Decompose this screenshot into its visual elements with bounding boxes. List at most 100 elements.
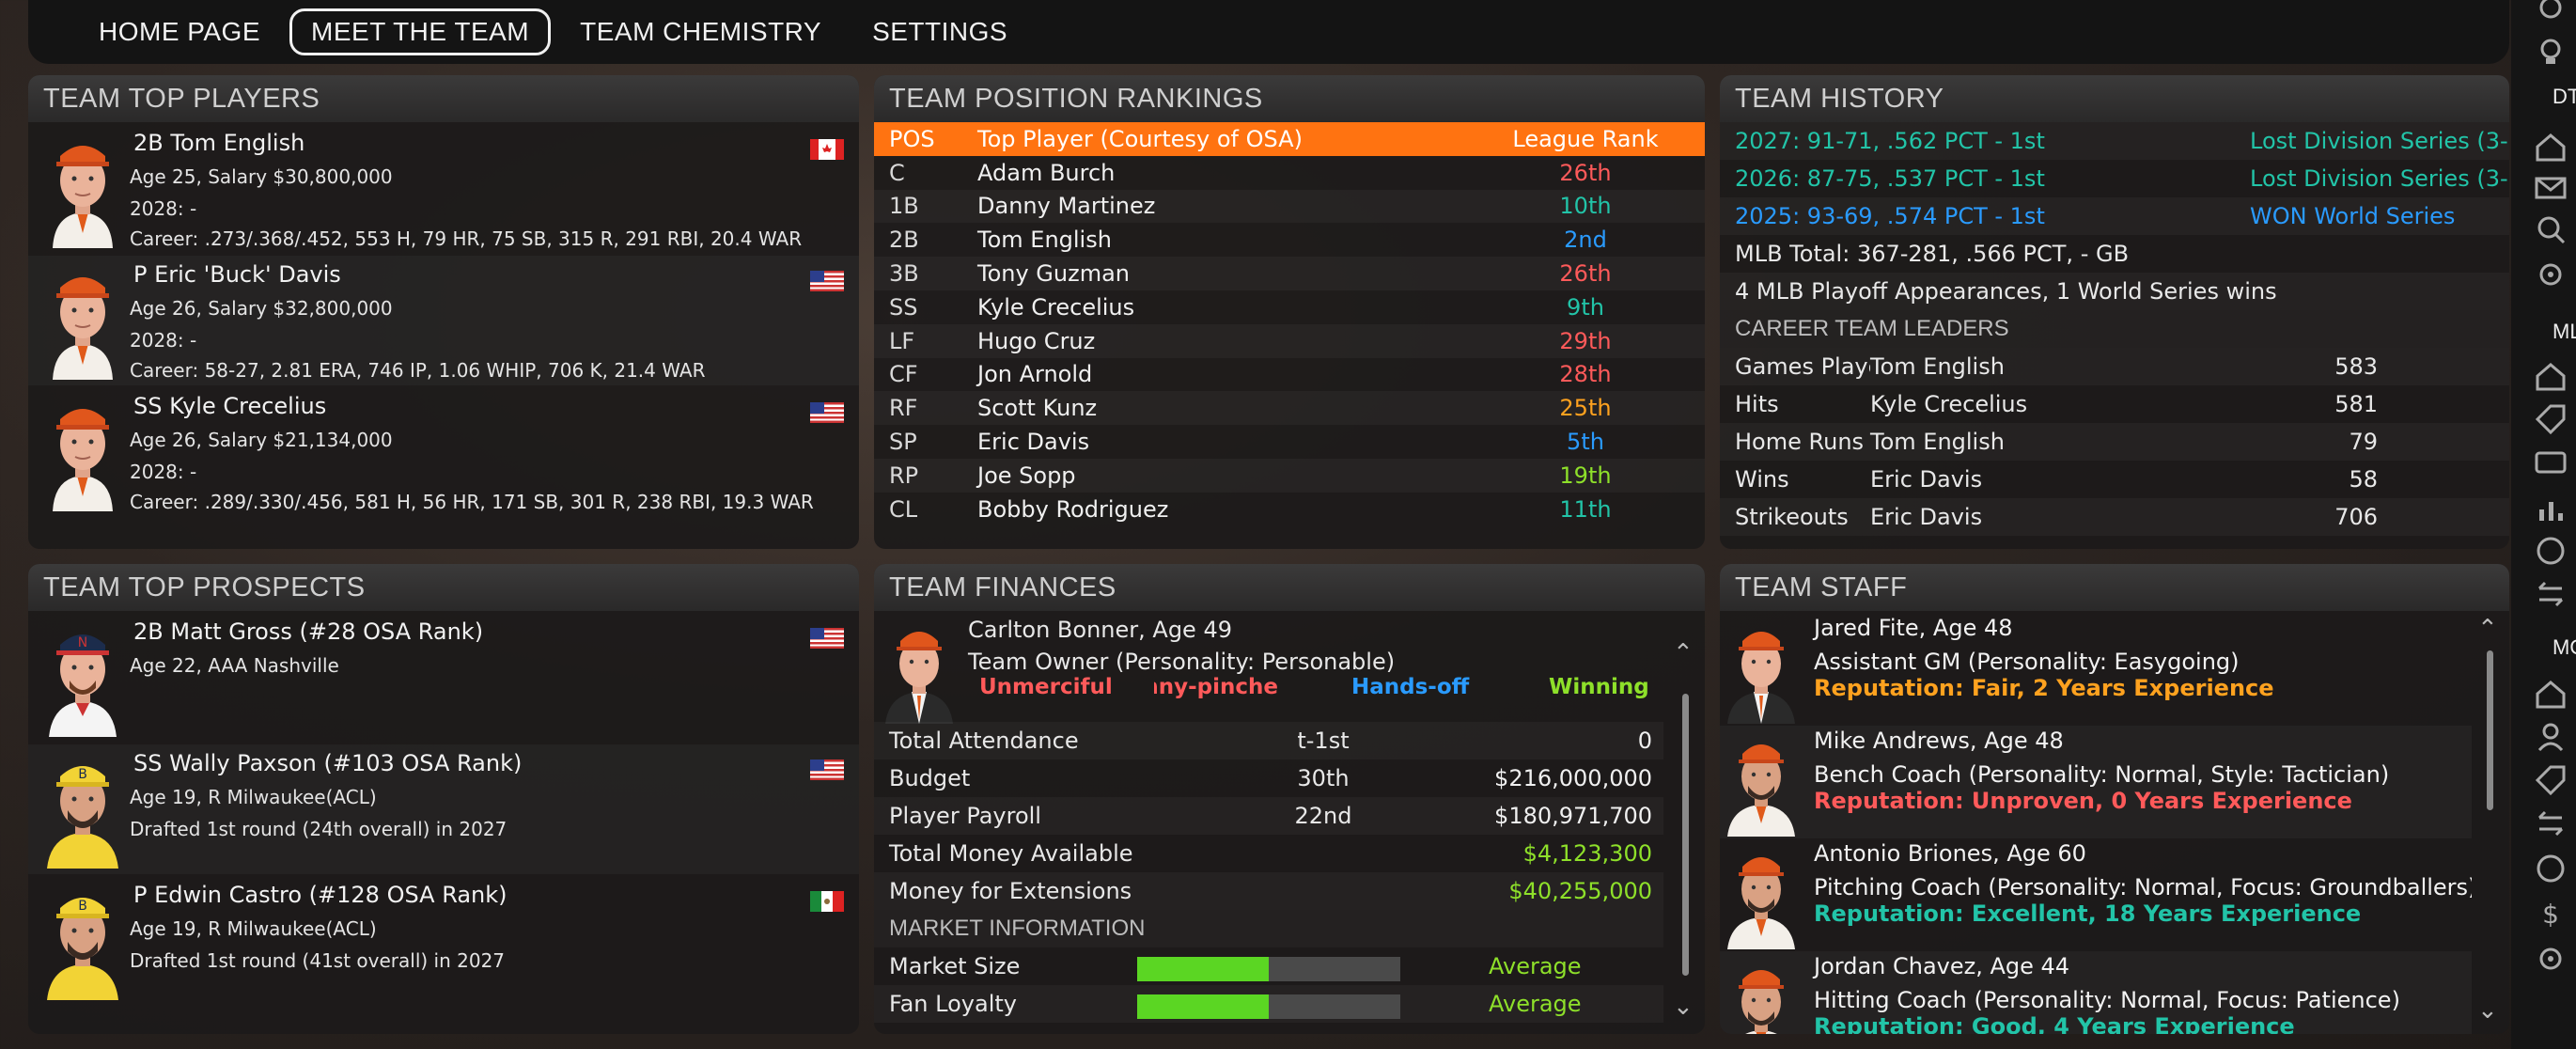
player-name[interactable]: SS Kyle Crecelius bbox=[133, 393, 326, 419]
market-label: Fan Loyalty bbox=[889, 991, 1017, 1017]
player-name[interactable]: P Eric 'Buck' Davis bbox=[133, 261, 341, 288]
player-cell[interactable]: Tom English bbox=[977, 223, 1466, 257]
player-card[interactable]: SS Kyle Crecelius Age 26, Salary $21,134… bbox=[28, 387, 859, 517]
player-cell[interactable]: Tony Guzman bbox=[977, 257, 1466, 290]
prospect-name[interactable]: P Edwin Castro (#128 OSA Rank) bbox=[133, 882, 507, 908]
leader-name[interactable]: Kyle Crecelius bbox=[1870, 385, 2027, 423]
staff-name[interactable]: Mike Andrews, Age 48 bbox=[1814, 728, 2064, 754]
player-cell[interactable]: Eric Davis bbox=[977, 425, 1466, 459]
table-row[interactable]: 3B Tony Guzman 26th bbox=[874, 257, 1705, 290]
prospect-card[interactable]: SS Wally Paxson (#103 OSA Rank) Age 19, … bbox=[28, 744, 859, 874]
finance-row: Player Payroll 22nd $180,971,700 bbox=[874, 797, 1663, 835]
staff-name[interactable]: Jordan Chavez, Age 44 bbox=[1814, 953, 2069, 979]
nav-home-page[interactable]: HOME PAGE bbox=[77, 8, 282, 55]
staff-name[interactable]: Antonio Briones, Age 60 bbox=[1814, 840, 2086, 867]
staff-portrait bbox=[1724, 955, 1799, 1034]
staff-card[interactable]: Antonio Briones, Age 60 Pitching Coach (P… bbox=[1720, 838, 2472, 951]
lightbulb-icon[interactable] bbox=[2532, 34, 2569, 71]
chevron-down-icon[interactable]: ⌄ bbox=[2477, 996, 2498, 1025]
prospect-card[interactable]: P Edwin Castro (#128 OSA Rank) Age 19, R… bbox=[28, 876, 859, 1006]
staff-card[interactable]: Mike Andrews, Age 48 Bench Coach (Persona… bbox=[1720, 726, 2472, 838]
search-icon[interactable] bbox=[2532, 211, 2569, 248]
chevron-up-icon[interactable]: ⌃ bbox=[2477, 615, 2498, 643]
rank-cell: 10th bbox=[1466, 189, 1705, 224]
nav-meet-the-team[interactable]: MEET THE TEAM bbox=[289, 8, 552, 55]
nav-team-chemistry[interactable]: TEAM CHEMISTRY bbox=[558, 8, 843, 55]
tag-icon[interactable] bbox=[2532, 761, 2569, 799]
prospect-name[interactable]: SS Wally Paxson (#103 OSA Rank) bbox=[133, 750, 522, 776]
table-row[interactable]: 2B Tom English 2nd bbox=[874, 223, 1705, 257]
table-row[interactable]: CF Jon Arnold 28th bbox=[874, 358, 1705, 392]
player-name[interactable]: 2B Tom English bbox=[133, 130, 304, 156]
baseball-icon[interactable] bbox=[2532, 532, 2569, 570]
header-pos[interactable]: POS bbox=[874, 122, 977, 156]
player-cell[interactable]: Jon Arnold bbox=[977, 358, 1466, 392]
panel-title: TEAM HISTORY bbox=[1720, 75, 2509, 122]
top-nav: HOME PAGE MEET THE TEAM TEAM CHEMISTRY S… bbox=[28, 0, 2509, 64]
position-cell: 1B bbox=[874, 189, 977, 224]
prospect-card[interactable]: 2B Matt Gross (#28 OSA Rank) Age 22, AAA… bbox=[28, 613, 859, 743]
table-row[interactable]: 1B Danny Martinez 10th bbox=[874, 189, 1705, 224]
transfer-icon[interactable] bbox=[2532, 575, 2569, 613]
leader-name[interactable]: Eric Davis bbox=[1870, 498, 1982, 536]
table-row[interactable]: LF Hugo Cruz 29th bbox=[874, 323, 1705, 358]
transfer-icon[interactable] bbox=[2532, 805, 2569, 842]
card-icon[interactable] bbox=[2532, 444, 2569, 481]
bar-chart-icon[interactable] bbox=[2532, 489, 2569, 526]
leader-name[interactable]: Eric Davis bbox=[1870, 461, 1982, 498]
season-result: WON World Series bbox=[2250, 203, 2456, 229]
home-icon[interactable] bbox=[2532, 357, 2569, 395]
staff-role: Assistant GM (Personality: Easygoing) bbox=[1814, 649, 2240, 675]
header-rank[interactable]: League Rank bbox=[1466, 122, 1705, 156]
nav-settings[interactable]: SETTINGS bbox=[851, 8, 1029, 55]
finance-label: Player Payroll bbox=[889, 803, 1041, 829]
dollar-icon[interactable]: $ bbox=[2532, 895, 2569, 932]
player-card[interactable]: 2B Tom English Age 25, Salary $30,800,00… bbox=[28, 124, 859, 254]
player-cell[interactable]: Hugo Cruz bbox=[977, 323, 1466, 358]
player-age-salary: Age 26, Salary $32,800,000 bbox=[130, 297, 393, 320]
finance-row: Money for Extensions $40,255,000 bbox=[874, 872, 1663, 910]
player-portrait bbox=[39, 391, 126, 511]
gear-icon[interactable] bbox=[2532, 256, 2569, 293]
home-icon[interactable] bbox=[2532, 128, 2569, 165]
scrollbar-thumb[interactable] bbox=[2487, 650, 2493, 810]
staff-card[interactable]: Jared Fite, Age 48 Assistant GM (Personal… bbox=[1720, 613, 2472, 726]
player-cell[interactable]: Kyle Crecelius bbox=[977, 290, 1466, 324]
team-icon[interactable] bbox=[2532, 718, 2569, 756]
finances-scrollbar[interactable]: ⌃ ⌄ bbox=[1673, 639, 1694, 1021]
player-cell[interactable]: Joe Sopp bbox=[977, 458, 1466, 493]
mail-icon[interactable] bbox=[2532, 169, 2569, 207]
gear-icon[interactable] bbox=[2532, 940, 2569, 978]
table-row[interactable]: SP Eric Davis 5th bbox=[874, 425, 1705, 459]
usa-flag-icon bbox=[810, 759, 844, 780]
home-icon[interactable] bbox=[2532, 675, 2569, 712]
baseball-icon[interactable] bbox=[2532, 850, 2569, 887]
player-cell[interactable]: Bobby Rodriguez bbox=[977, 493, 1466, 526]
leader-name[interactable]: Tom English bbox=[1870, 348, 2005, 385]
table-row[interactable]: RF Scott Kunz 25th bbox=[874, 391, 1705, 426]
tag-icon[interactable] bbox=[2532, 400, 2569, 438]
chevron-up-icon[interactable]: ⌃ bbox=[1673, 639, 1694, 667]
scrollbar-thumb[interactable] bbox=[1682, 694, 1689, 976]
finance-label: Budget bbox=[889, 765, 971, 791]
player-cell[interactable]: Scott Kunz bbox=[977, 391, 1466, 426]
player-card[interactable]: P Eric 'Buck' Davis Age 26, Salary $32,8… bbox=[28, 256, 859, 385]
gear-icon[interactable] bbox=[2532, 0, 2569, 26]
table-row[interactable]: C Adam Burch 26th bbox=[874, 156, 1705, 190]
panel-title: TEAM STAFF bbox=[1720, 564, 2509, 611]
staff-card[interactable]: Jordan Chavez, Age 44 Hitting Coach (Pers… bbox=[1720, 951, 2472, 1034]
finance-value: $40,255,000 bbox=[1508, 878, 1652, 904]
table-row[interactable]: RP Joe Sopp 19th bbox=[874, 458, 1705, 493]
table-row[interactable]: SS Kyle Crecelius 9th bbox=[874, 290, 1705, 324]
owner-card[interactable]: Carlton Bonner, Age 49 Team Owner (Perso… bbox=[874, 613, 1663, 724]
player-cell[interactable]: Adam Burch bbox=[977, 156, 1466, 190]
table-row[interactable]: CL Bobby Rodriguez 11th bbox=[874, 493, 1705, 526]
staff-name[interactable]: Jared Fite, Age 48 bbox=[1814, 615, 2013, 641]
finance-label: Total Money Available bbox=[889, 840, 1133, 867]
staff-scrollbar[interactable]: ⌃ ⌄ bbox=[2477, 615, 2498, 1026]
prospect-name[interactable]: 2B Matt Gross (#28 OSA Rank) bbox=[133, 618, 483, 645]
leader-name[interactable]: Tom English bbox=[1870, 423, 2005, 461]
chevron-down-icon[interactable]: ⌄ bbox=[1673, 993, 1694, 1021]
header-player[interactable]: Top Player (Courtesy of OSA) bbox=[977, 122, 1466, 156]
player-cell[interactable]: Danny Martinez bbox=[977, 189, 1466, 224]
